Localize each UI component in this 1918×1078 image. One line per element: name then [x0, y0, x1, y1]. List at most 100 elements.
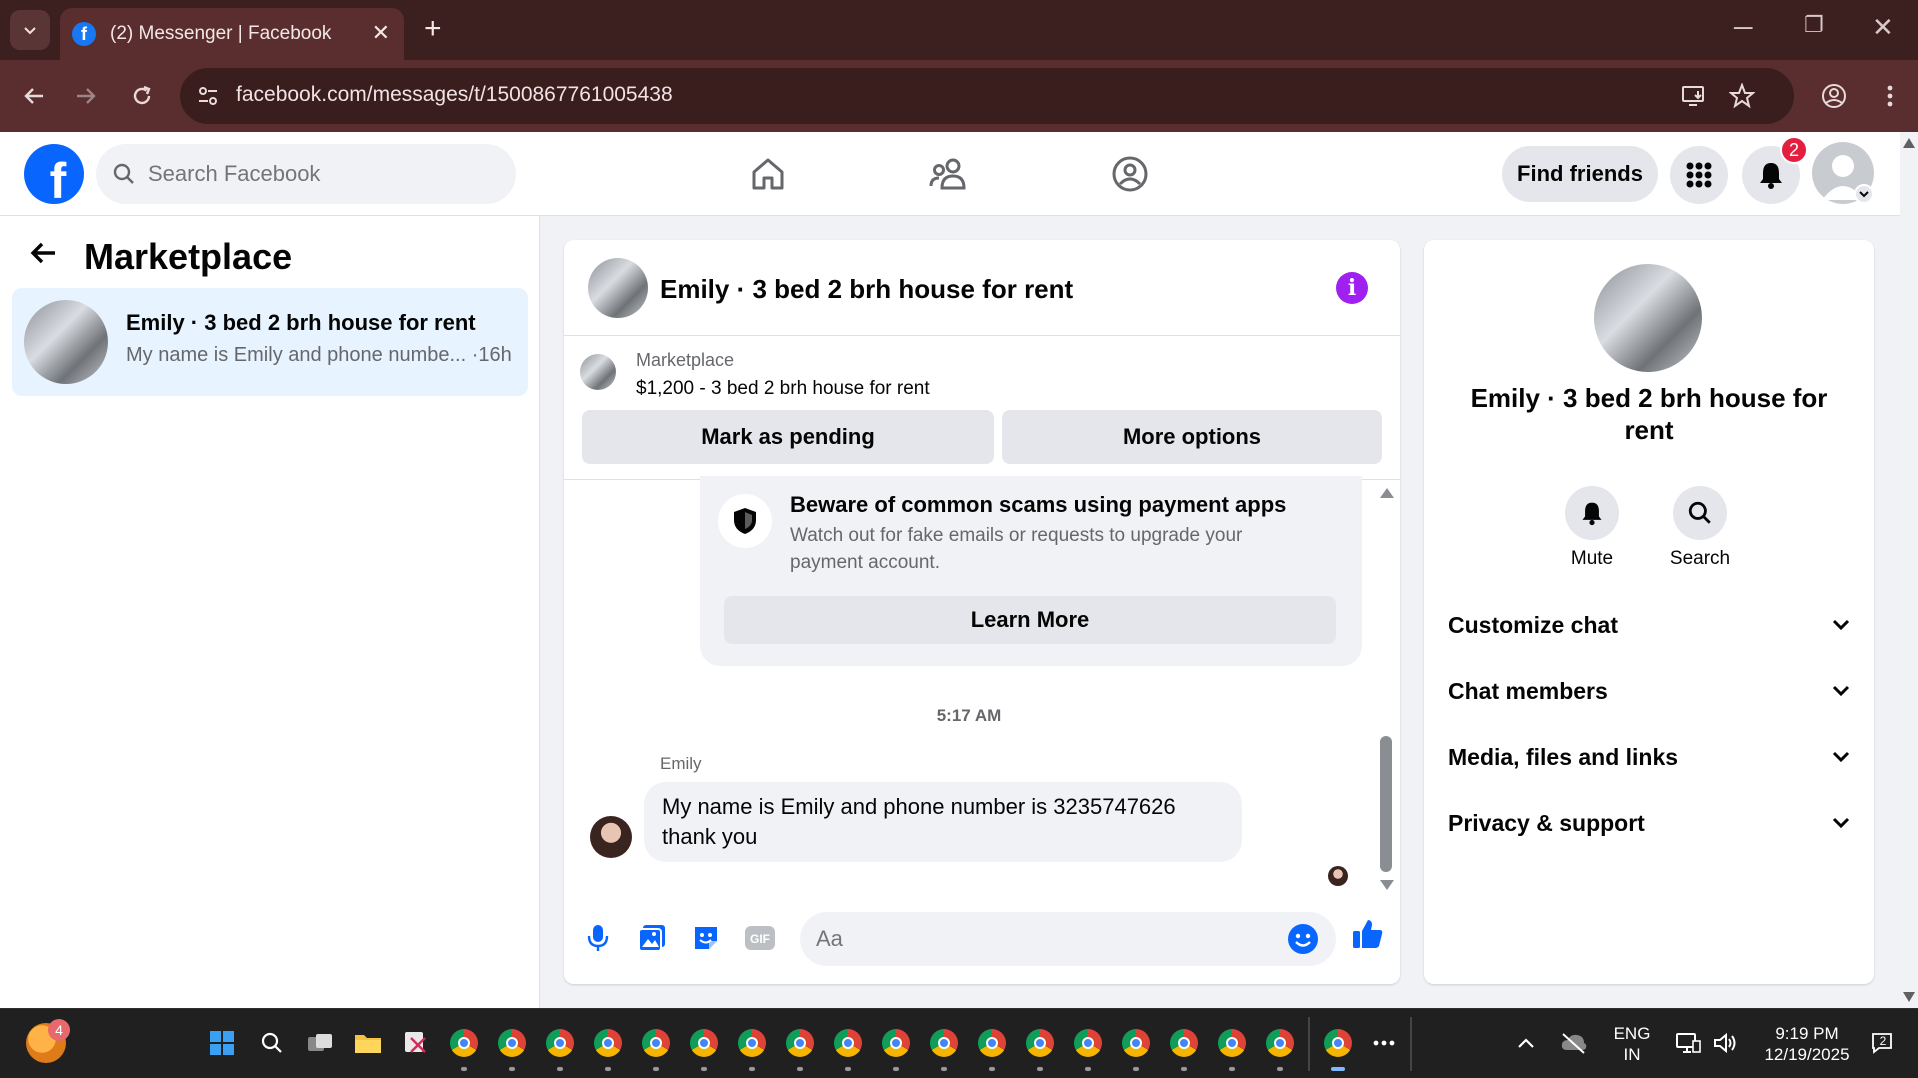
- message-bubble[interactable]: My name is Emily and phone number is 323…: [644, 782, 1242, 862]
- privacy-support-section[interactable]: Privacy & support: [1448, 796, 1850, 850]
- bookmark-star-icon[interactable]: [1728, 82, 1756, 110]
- page-scrollbar[interactable]: [1900, 132, 1918, 1008]
- language-indicator[interactable]: ENG IN: [1610, 1023, 1654, 1065]
- chrome-taskbar-icon[interactable]: [590, 1025, 626, 1071]
- friends-nav-button[interactable]: [922, 148, 974, 200]
- restore-icon[interactable]: ❐: [1804, 12, 1824, 38]
- taskbar-search-icon[interactable]: [254, 1025, 290, 1061]
- more-options-button[interactable]: More options: [1002, 410, 1382, 464]
- chat-header-avatar[interactable]: [588, 258, 648, 318]
- listing-thumbnail[interactable]: [580, 354, 616, 390]
- microphone-icon[interactable]: [580, 920, 616, 956]
- chrome-taskbar-icon[interactable]: [1262, 1025, 1298, 1071]
- chevron-down-icon: [1832, 751, 1850, 763]
- chrome-taskbar-icon[interactable]: [686, 1025, 722, 1071]
- scroll-down-arrow-icon[interactable]: [1380, 880, 1394, 890]
- conversation-preview: My name is Emily and phone numbe... ·16h: [126, 344, 512, 366]
- chrome-taskbar-icon[interactable]: [926, 1025, 962, 1071]
- task-view-icon[interactable]: [302, 1025, 338, 1061]
- forward-button[interactable]: [68, 78, 104, 114]
- reload-button[interactable]: [124, 78, 160, 114]
- chrome-taskbar-icon[interactable]: [1070, 1025, 1106, 1071]
- url-text[interactable]: facebook.com/messages/t/1500867761005438: [236, 83, 673, 107]
- chrome-taskbar-icon[interactable]: [638, 1025, 674, 1071]
- chat-panel: Emily · 3 bed 2 brh house for rent i Mar…: [564, 240, 1400, 984]
- scroll-up-arrow-icon[interactable]: [1380, 488, 1394, 498]
- listing-price-title[interactable]: $1,200 - 3 bed 2 brh house for rent: [636, 378, 930, 400]
- facebook-logo[interactable]: f: [24, 144, 84, 204]
- chrome-taskbar-icon[interactable]: [974, 1025, 1010, 1071]
- mute-button[interactable]: Mute: [1552, 486, 1632, 570]
- volume-icon[interactable]: [1708, 1025, 1744, 1061]
- sender-name: Emily: [660, 754, 702, 773]
- chat-title[interactable]: Emily · 3 bed 2 brh house for rent: [660, 274, 1073, 305]
- scrollbar-thumb[interactable]: [1380, 736, 1392, 872]
- minimize-icon[interactable]: ─: [1734, 12, 1752, 43]
- profile-menu-button[interactable]: [1816, 78, 1852, 114]
- account-chevron-icon[interactable]: [1854, 184, 1874, 204]
- groups-nav-button[interactable]: [1104, 148, 1156, 200]
- file-explorer-icon[interactable]: [350, 1025, 386, 1061]
- chrome-taskbar-icon-active[interactable]: [1320, 1025, 1356, 1071]
- notification-badge: 2: [1780, 136, 1808, 164]
- chrome-taskbar-icon[interactable]: [1214, 1025, 1250, 1071]
- search-input[interactable]: [148, 158, 488, 190]
- snipping-tool-icon[interactable]: [398, 1025, 434, 1061]
- window-close-icon[interactable]: ✕: [1872, 12, 1894, 43]
- chrome-taskbar-icon[interactable]: [734, 1025, 770, 1071]
- chrome-taskbar-icon[interactable]: [494, 1025, 530, 1071]
- sticker-icon[interactable]: [688, 920, 724, 956]
- emoji-icon[interactable]: [1286, 922, 1320, 956]
- contact-avatar[interactable]: [1594, 264, 1702, 372]
- media-files-links-section[interactable]: Media, files and links: [1448, 730, 1850, 784]
- message-input[interactable]: [816, 924, 1256, 954]
- tab-close-icon[interactable]: ✕: [372, 20, 390, 46]
- chat-members-section[interactable]: Chat members: [1448, 664, 1850, 718]
- photo-attach-icon[interactable]: [634, 920, 670, 956]
- like-thumb-icon[interactable]: [1350, 916, 1386, 952]
- message-input-box[interactable]: [800, 912, 1336, 966]
- facebook-search[interactable]: [96, 144, 516, 204]
- weather-badge: 4: [48, 1019, 70, 1041]
- chrome-taskbar-icon[interactable]: [878, 1025, 914, 1071]
- install-app-icon[interactable]: [1680, 82, 1708, 110]
- gif-icon[interactable]: GIF: [742, 920, 778, 956]
- back-arrow-icon[interactable]: [28, 238, 58, 276]
- search-label: Search: [1669, 548, 1731, 569]
- scroll-down-arrow-icon[interactable]: [1903, 992, 1915, 1002]
- menu-button[interactable]: [1670, 146, 1728, 204]
- chrome-taskbar-icon[interactable]: [782, 1025, 818, 1071]
- browser-tab-active[interactable]: f (2) Messenger | Facebook ✕: [60, 8, 404, 60]
- browser-menu-button[interactable]: [1872, 78, 1908, 114]
- network-icon[interactable]: [1670, 1025, 1706, 1061]
- back-button[interactable]: [16, 78, 52, 114]
- site-info-icon[interactable]: [194, 82, 222, 110]
- chrome-taskbar-icon[interactable]: [542, 1025, 578, 1071]
- windows-start-icon[interactable]: [204, 1025, 240, 1061]
- chrome-taskbar-icon[interactable]: [1118, 1025, 1154, 1071]
- mark-as-pending-button[interactable]: Mark as pending: [582, 410, 994, 464]
- cloud-offline-icon[interactable]: [1556, 1025, 1592, 1061]
- find-friends-button[interactable]: Find friends: [1502, 146, 1658, 202]
- chrome-taskbar-icon[interactable]: [1166, 1025, 1202, 1071]
- chrome-taskbar-icon[interactable]: [1022, 1025, 1058, 1071]
- conversation-item[interactable]: Emily · 3 bed 2 brh house for rent My na…: [12, 288, 528, 396]
- chrome-taskbar-icon[interactable]: [830, 1025, 866, 1071]
- tray-expand-icon[interactable]: [1508, 1025, 1544, 1061]
- sender-avatar[interactable]: [590, 816, 632, 858]
- info-icon[interactable]: i: [1336, 272, 1368, 304]
- customize-chat-section[interactable]: Customize chat: [1448, 598, 1850, 652]
- chrome-taskbar-icon[interactable]: [446, 1025, 482, 1071]
- search-in-conversation-button[interactable]: Search: [1660, 486, 1740, 570]
- thread-scrollbar[interactable]: [1376, 480, 1394, 896]
- groups-icon: [1112, 156, 1148, 192]
- more-apps-icon[interactable]: [1366, 1025, 1402, 1061]
- tab-search-button[interactable]: [10, 10, 50, 50]
- clock[interactable]: 9:19 PM 12/19/2025: [1754, 1023, 1860, 1065]
- language-line2: IN: [1623, 1045, 1641, 1064]
- home-nav-button[interactable]: [742, 148, 794, 200]
- new-tab-button[interactable]: +: [424, 12, 442, 46]
- scroll-up-arrow-icon[interactable]: [1903, 138, 1915, 148]
- learn-more-button[interactable]: Learn More: [724, 596, 1336, 644]
- address-bar[interactable]: facebook.com/messages/t/1500867761005438: [180, 68, 1794, 124]
